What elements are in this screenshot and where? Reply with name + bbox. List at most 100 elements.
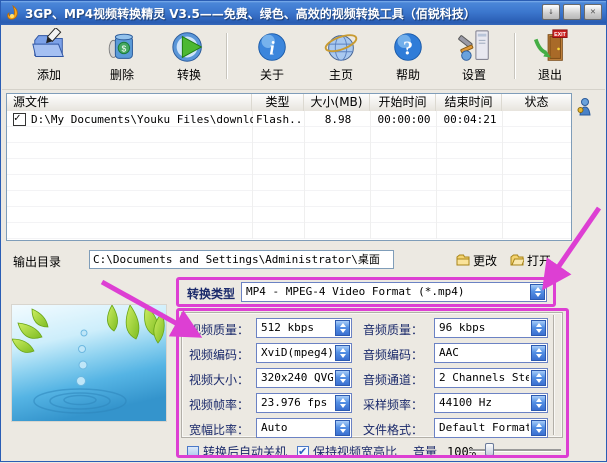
column-size[interactable]: 大小(MB) xyxy=(304,94,370,111)
column-type[interactable]: 类型 xyxy=(252,94,304,111)
audio-codec-select[interactable]: AAC xyxy=(434,343,548,363)
aspect-ratio-value: Auto xyxy=(261,421,333,434)
video-size-select[interactable]: 320x240 QVGA xyxy=(256,368,352,388)
title-bar: 3GP、MP4视频转换精灵 V3.5——免费、绿色、高效的视频转换工具（佰锐科技… xyxy=(1,1,606,25)
file-type: Flash... xyxy=(253,113,305,126)
volume-slider-thumb[interactable] xyxy=(485,443,494,456)
keep-aspect-label: 保持视频宽高比 xyxy=(313,443,397,460)
add-button[interactable]: 添加 xyxy=(20,28,78,86)
auto-shutdown-checkbox[interactable] xyxy=(187,446,199,458)
file-format-label: 文件格式： xyxy=(363,421,423,438)
home-button[interactable]: 主页 xyxy=(312,28,370,86)
spinner-icon[interactable] xyxy=(530,284,545,300)
file-source: D:\My Documents\Youku Files\download\一..… xyxy=(31,111,253,127)
file-list[interactable]: 源文件 类型 大小(MB) 开始时间 结束时间 状态 D:\My Documen… xyxy=(6,93,572,241)
auto-shutdown-label: 转换后自动关机 xyxy=(203,443,287,460)
output-dir-label: 输出目录 xyxy=(13,253,61,270)
file-size: 8.98 xyxy=(305,113,371,126)
close-button[interactable]: ✕ xyxy=(584,4,602,20)
keep-aspect-checkbox[interactable] xyxy=(297,446,309,458)
video-quality-value: 512 kbps xyxy=(261,321,333,334)
video-framerate-select[interactable]: 23.976 fps xyxy=(256,393,352,413)
file-row[interactable]: D:\My Documents\Youku Files\download\一..… xyxy=(7,111,571,127)
about-button[interactable]: i 关于 xyxy=(243,28,301,86)
spinner-icon[interactable] xyxy=(335,345,350,361)
video-quality-select[interactable]: 512 kbps xyxy=(256,318,352,338)
svg-text:$: $ xyxy=(122,43,127,53)
spinner-icon[interactable] xyxy=(335,395,350,411)
svg-text:?: ? xyxy=(403,38,413,60)
change-dir-label: 更改 xyxy=(473,252,497,269)
exit-button[interactable]: EXIT 退出 xyxy=(521,28,579,86)
convert-type-select[interactable]: MP4 - MPEG-4 Video Format (*.mp4) xyxy=(241,282,547,302)
open-dir-button[interactable]: 打开 xyxy=(510,250,551,270)
add-folder-icon xyxy=(30,28,68,66)
delete-icon: $ xyxy=(103,28,141,66)
toolbar: 添加 $ 删除 转换 i xyxy=(2,25,605,90)
grid-line xyxy=(436,111,437,239)
globe-icon xyxy=(322,28,360,66)
aspect-ratio-select[interactable]: Auto xyxy=(256,418,352,438)
spinner-icon[interactable] xyxy=(531,420,546,436)
video-size-value: 320x240 QVGA xyxy=(261,371,333,384)
window-title: 3GP、MP4视频转换精灵 V3.5——免费、绿色、高效的视频转换工具（佰锐科技… xyxy=(25,5,476,22)
grid-line xyxy=(252,111,253,239)
column-status[interactable]: 状态 xyxy=(502,94,571,111)
add-label: 添加 xyxy=(37,66,61,83)
keep-aspect-option[interactable]: 保持视频宽高比 xyxy=(297,443,397,460)
output-dir-field[interactable]: C:\Documents and Settings\Administrator\… xyxy=(89,250,394,269)
settings-button[interactable]: 设置 xyxy=(445,28,503,86)
audio-channels-value: 2 Channels Stere xyxy=(439,371,529,384)
audio-quality-select[interactable]: 96 kbps xyxy=(434,318,548,338)
open-folder-icon xyxy=(510,254,524,266)
delete-button[interactable]: $ 删除 xyxy=(93,28,151,86)
change-dir-button[interactable]: 更改 xyxy=(456,250,497,270)
column-source[interactable]: 源文件 xyxy=(7,94,252,111)
preview-image xyxy=(11,304,167,422)
audio-channels-label: 音频通道： xyxy=(363,371,423,388)
settings-label: 设置 xyxy=(462,66,486,83)
sample-rate-select[interactable]: 44100 Hz xyxy=(434,393,548,413)
column-start-time[interactable]: 开始时间 xyxy=(370,94,436,111)
convert-type-value: MP4 - MPEG-4 Video Format (*.mp4) xyxy=(246,285,528,298)
aspect-ratio-label: 宽幅比率： xyxy=(189,421,249,438)
open-dir-label: 打开 xyxy=(527,252,551,269)
column-end-time[interactable]: 结束时间 xyxy=(436,94,502,111)
file-list-body xyxy=(7,111,571,240)
file-start-time: 00:00:00 xyxy=(371,113,437,126)
volume-label: 音量 xyxy=(413,443,437,460)
auto-shutdown-option[interactable]: 转换后自动关机 xyxy=(187,443,287,460)
app-window: 3GP、MP4视频转换精灵 V3.5——免费、绿色、高效的视频转换工具（佰锐科技… xyxy=(0,0,607,462)
file-row-checkbox[interactable] xyxy=(13,113,26,126)
sample-rate-value: 44100 Hz xyxy=(439,396,529,409)
folder-icon xyxy=(456,254,470,266)
minimize-button[interactable] xyxy=(563,4,581,20)
helper-icon[interactable] xyxy=(576,97,594,117)
audio-quality-label: 音频质量： xyxy=(363,321,423,338)
file-list-header: 源文件 类型 大小(MB) 开始时间 结束时间 状态 xyxy=(7,94,571,112)
help-button[interactable]: ? 帮助 xyxy=(379,28,437,86)
svg-text:EXIT: EXIT xyxy=(554,32,566,38)
spinner-icon[interactable] xyxy=(335,420,350,436)
convert-button[interactable]: 转换 xyxy=(160,28,218,86)
settings-tools-icon xyxy=(455,28,493,66)
video-codec-select[interactable]: XviD(mpeg4) xyxy=(256,343,352,363)
file-format-select[interactable]: Default Format xyxy=(434,418,548,438)
spinner-icon[interactable] xyxy=(335,320,350,336)
video-framerate-label: 视频帧率： xyxy=(189,396,249,413)
video-size-label: 视频大小： xyxy=(189,371,249,388)
spinner-icon[interactable] xyxy=(335,370,350,386)
video-quality-label: 视频质量： xyxy=(189,321,249,338)
grid-line xyxy=(304,111,305,239)
spinner-icon[interactable] xyxy=(531,345,546,361)
minimize-to-tray-button[interactable]: ↓ xyxy=(542,4,560,20)
audio-channels-select[interactable]: 2 Channels Stere xyxy=(434,368,548,388)
spinner-icon[interactable] xyxy=(531,370,546,386)
app-icon xyxy=(5,5,21,21)
spinner-icon[interactable] xyxy=(531,320,546,336)
home-label: 主页 xyxy=(329,66,353,83)
spinner-icon[interactable] xyxy=(531,395,546,411)
file-format-value: Default Format xyxy=(439,421,529,434)
volume-slider-track[interactable] xyxy=(469,449,561,452)
panel-divider xyxy=(553,315,555,435)
